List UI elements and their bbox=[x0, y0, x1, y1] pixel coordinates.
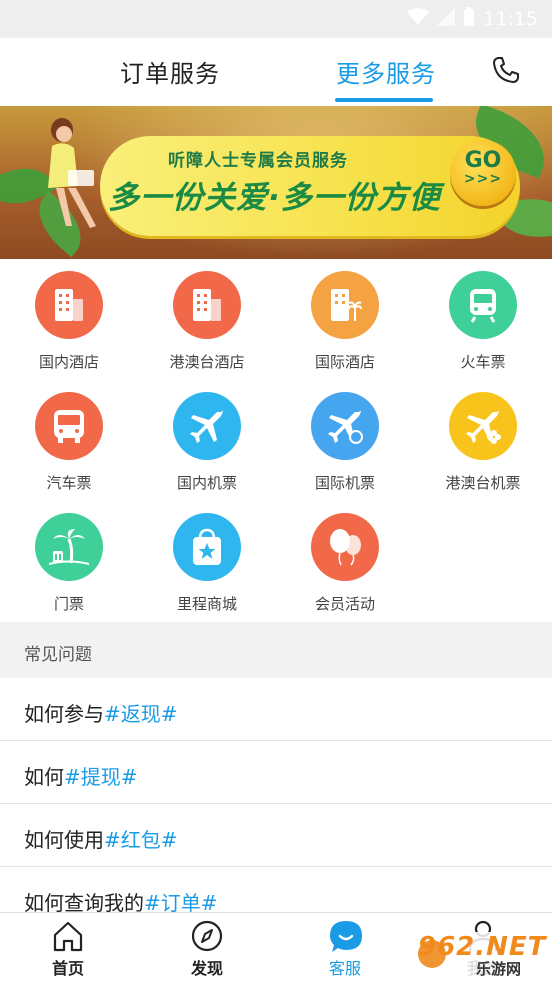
service-hk-macau-taiwan-flight[interactable]: 港澳台机票 bbox=[414, 380, 552, 501]
top-tab-bar: 订单服务 更多服务 bbox=[0, 38, 552, 106]
service-hk-macau-taiwan-hotel[interactable]: 港澳台酒店 bbox=[138, 259, 276, 380]
faq-prefix: 如何参与 bbox=[24, 702, 104, 726]
go-arrows: >>> bbox=[463, 171, 503, 187]
service-label: 国内机票 bbox=[176, 474, 237, 492]
flower-plane-icon bbox=[449, 392, 517, 460]
active-tab-indicator bbox=[335, 98, 433, 102]
hotel-icon bbox=[35, 271, 103, 339]
service-label: 火车票 bbox=[460, 353, 506, 371]
woman-illustration bbox=[48, 118, 96, 228]
status-time: 11:15 bbox=[483, 8, 538, 30]
compass-icon bbox=[191, 920, 223, 952]
faq-item-red-packet[interactable]: 如何使用#红包# bbox=[0, 804, 552, 867]
faq-item-cashback[interactable]: 如何参与#返现# bbox=[0, 678, 552, 741]
faq-item-withdraw[interactable]: 如何#提现# bbox=[0, 741, 552, 804]
faq-prefix: 如何 bbox=[24, 765, 64, 789]
service-label: 国际机票 bbox=[314, 474, 375, 492]
service-label: 汽车票 bbox=[46, 474, 92, 492]
hotel-icon bbox=[173, 271, 241, 339]
phone-icon[interactable] bbox=[490, 54, 522, 86]
resort-hotel-icon bbox=[311, 271, 379, 339]
service-label: 门票 bbox=[53, 595, 84, 613]
faq-prefix: 如何使用 bbox=[24, 828, 104, 852]
service-label: 会员活动 bbox=[314, 595, 375, 613]
service-attraction-ticket[interactable]: 门票 bbox=[0, 501, 138, 622]
faq-heading: 常见问题 bbox=[0, 622, 552, 678]
service-international-hotel[interactable]: 国际酒店 bbox=[276, 259, 414, 380]
palm-tree-icon bbox=[35, 513, 103, 581]
faq-keyword: #红包# bbox=[104, 828, 178, 852]
faq-keyword: #返现# bbox=[104, 702, 178, 726]
service-label: 国内酒店 bbox=[38, 353, 99, 371]
faq-heading-text: 常见问题 bbox=[24, 645, 92, 665]
wifi-icon bbox=[407, 7, 430, 31]
faq-keyword: #提现# bbox=[64, 765, 138, 789]
faq-question: 如何参与#返现# bbox=[24, 698, 178, 727]
nav-home-label: 首页 bbox=[51, 959, 84, 978]
faq-question: 如何使用#红包# bbox=[24, 824, 178, 853]
watermark-subtext: 乐游网 bbox=[476, 960, 522, 978]
service-bus-ticket[interactable]: 汽车票 bbox=[0, 380, 138, 501]
service-domestic-hotel[interactable]: 国内酒店 bbox=[0, 259, 138, 380]
service-label: 里程商城 bbox=[176, 595, 237, 613]
service-domestic-flight[interactable]: 国内机票 bbox=[138, 380, 276, 501]
tab-order-services[interactable]: 订单服务 bbox=[120, 54, 220, 89]
bus-icon bbox=[35, 392, 103, 460]
service-member-events[interactable]: 会员活动 bbox=[276, 501, 414, 622]
service-train-ticket[interactable]: 火车票 bbox=[414, 259, 552, 380]
battery-icon bbox=[463, 6, 475, 32]
balloons-icon bbox=[311, 513, 379, 581]
status-bar: 11:15 bbox=[0, 0, 552, 38]
faq-question: 如何#提现# bbox=[24, 761, 138, 790]
intl-plane-icon bbox=[311, 392, 379, 460]
tab-more-services[interactable]: 更多服务 bbox=[336, 54, 436, 89]
signal-icon bbox=[437, 7, 456, 31]
nav-service[interactable]: 客服 bbox=[295, 913, 395, 981]
services-grid: 国内酒店 港澳台酒店 国际酒店 火车票 汽车票 国内机票 国际机票 港澳台机票 … bbox=[0, 259, 552, 622]
banner-subtitle: 听障人士专属会员服务 bbox=[168, 151, 348, 171]
chat-service-icon bbox=[330, 921, 362, 952]
go-label: GO bbox=[464, 148, 502, 173]
service-label: 港澳台机票 bbox=[445, 474, 521, 492]
shopping-bag-icon bbox=[173, 513, 241, 581]
nav-discover[interactable]: 发现 bbox=[157, 913, 257, 981]
service-label: 国际酒店 bbox=[314, 353, 375, 371]
plane-icon bbox=[173, 392, 241, 460]
service-international-flight[interactable]: 国际机票 bbox=[276, 380, 414, 501]
banner-title: 多一份关爱·多一份方便 bbox=[108, 180, 441, 216]
nav-discover-label: 发现 bbox=[190, 959, 223, 978]
service-label: 港澳台酒店 bbox=[169, 353, 245, 371]
service-mileage-mall[interactable]: 里程商城 bbox=[138, 501, 276, 622]
go-button[interactable]: GO >>> bbox=[450, 140, 516, 206]
home-icon bbox=[53, 921, 83, 952]
nav-home[interactable]: 首页 bbox=[18, 913, 118, 981]
train-icon bbox=[449, 271, 517, 339]
nav-service-label: 客服 bbox=[328, 959, 361, 978]
